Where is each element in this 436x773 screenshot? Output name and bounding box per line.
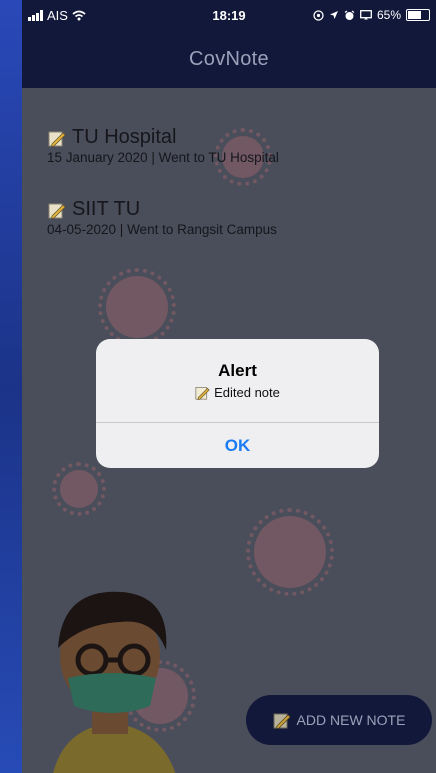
add-new-note-label: ADD NEW NOTE bbox=[296, 712, 406, 728]
alert-ok-button[interactable]: OK bbox=[96, 423, 379, 468]
note-list-item[interactable]: SIIT TU 04-05-2020 | Went to Rangsit Cam… bbox=[47, 198, 277, 237]
screen-mirroring-icon bbox=[360, 10, 372, 20]
note-subtitle: 04-05-2020 | Went to Rangsit Campus bbox=[47, 222, 277, 237]
battery-icon bbox=[406, 9, 430, 21]
virus-decoration bbox=[246, 508, 334, 596]
alarm-icon bbox=[344, 9, 355, 20]
add-new-note-button[interactable]: ADD NEW NOTE bbox=[246, 695, 432, 745]
location-lock-icon bbox=[313, 9, 324, 21]
memo-pencil-icon bbox=[195, 387, 210, 400]
virus-decoration bbox=[52, 462, 106, 516]
masked-person-illustration bbox=[53, 591, 176, 773]
virus-decoration bbox=[98, 268, 176, 346]
memo-pencil-icon bbox=[273, 713, 291, 729]
note-list-item[interactable]: TU Hospital 15 January 2020 | Went to TU… bbox=[47, 126, 279, 165]
location-arrow-icon bbox=[329, 11, 338, 19]
note-subtitle: 15 January 2020 | Went to TU Hospital bbox=[47, 150, 279, 165]
alert-dialog: Alert Edited note OK bbox=[96, 339, 379, 468]
nav-bar: CovNote bbox=[22, 30, 436, 88]
background-left-edge bbox=[0, 0, 22, 773]
alert-message-row: Edited note bbox=[96, 385, 379, 400]
alert-title: Alert bbox=[218, 361, 257, 380]
phone-screen: AIS 18:19 65% CovNote TU Hospital 15 Jan… bbox=[22, 0, 436, 773]
app-title: CovNote bbox=[189, 47, 269, 70]
memo-pencil-icon bbox=[48, 131, 66, 147]
alert-message: Edited note bbox=[214, 385, 280, 400]
battery-percent: 65% bbox=[376, 8, 401, 22]
status-right: 65% bbox=[313, 8, 430, 22]
status-bar: AIS 18:19 65% bbox=[22, 0, 436, 30]
memo-pencil-icon bbox=[48, 203, 66, 219]
note-title: TU Hospital bbox=[72, 126, 177, 148]
note-title: SIIT TU bbox=[72, 198, 141, 220]
